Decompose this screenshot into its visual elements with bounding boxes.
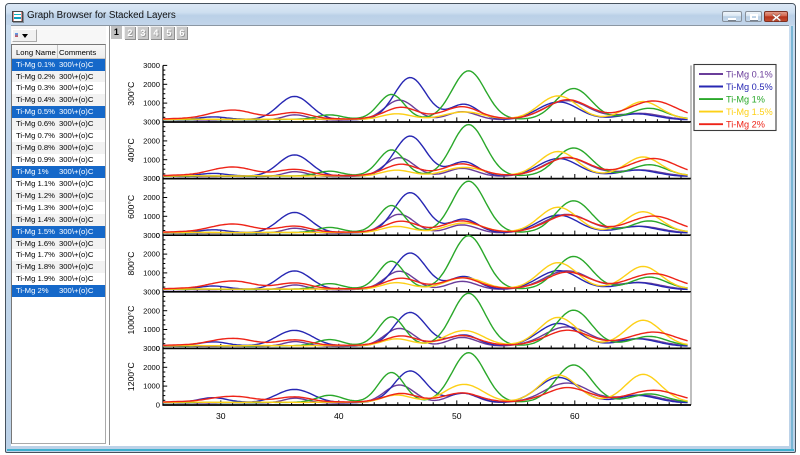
svg-text:2000: 2000 xyxy=(143,137,160,146)
svg-text:3000: 3000 xyxy=(143,174,160,183)
svg-text:30: 30 xyxy=(216,411,226,421)
svg-text:3000: 3000 xyxy=(143,118,160,127)
svg-text:800°C: 800°C xyxy=(126,252,136,276)
svg-text:Ti-Mg 0.5%: Ti-Mg 0.5% xyxy=(726,82,773,92)
svg-text:Ti-Mg 2%: Ti-Mg 2% xyxy=(726,120,765,130)
svg-text:2000: 2000 xyxy=(143,193,160,202)
svg-text:40: 40 xyxy=(334,411,344,421)
svg-text:1000: 1000 xyxy=(143,325,160,334)
svg-text:2000: 2000 xyxy=(143,80,160,89)
svg-text:1000: 1000 xyxy=(143,382,160,391)
svg-text:400°C: 400°C xyxy=(126,138,136,162)
svg-text:600°C: 600°C xyxy=(126,195,136,219)
svg-text:Ti-Mg 1%: Ti-Mg 1% xyxy=(726,95,765,105)
svg-text:3000: 3000 xyxy=(143,231,160,240)
svg-text:3000: 3000 xyxy=(143,61,160,70)
svg-text:60: 60 xyxy=(570,411,580,421)
svg-text:1000: 1000 xyxy=(143,155,160,164)
svg-text:3000: 3000 xyxy=(143,287,160,296)
svg-text:3000: 3000 xyxy=(143,344,160,353)
svg-text:0: 0 xyxy=(156,401,160,410)
svg-text:1200°C: 1200°C xyxy=(126,362,136,391)
svg-text:50: 50 xyxy=(452,411,462,421)
svg-text:1000: 1000 xyxy=(143,269,160,278)
svg-text:300°C: 300°C xyxy=(126,82,136,106)
svg-text:1000: 1000 xyxy=(143,99,160,108)
svg-text:Ti-Mg 1.5%: Ti-Mg 1.5% xyxy=(726,107,773,117)
svg-text:1000°C: 1000°C xyxy=(126,306,136,335)
svg-text:1000: 1000 xyxy=(143,212,160,221)
svg-text:2000: 2000 xyxy=(143,250,160,259)
svg-text:Ti-Mg 0.1%: Ti-Mg 0.1% xyxy=(726,69,773,79)
svg-text:2000: 2000 xyxy=(143,363,160,372)
svg-text:2000: 2000 xyxy=(143,306,160,315)
